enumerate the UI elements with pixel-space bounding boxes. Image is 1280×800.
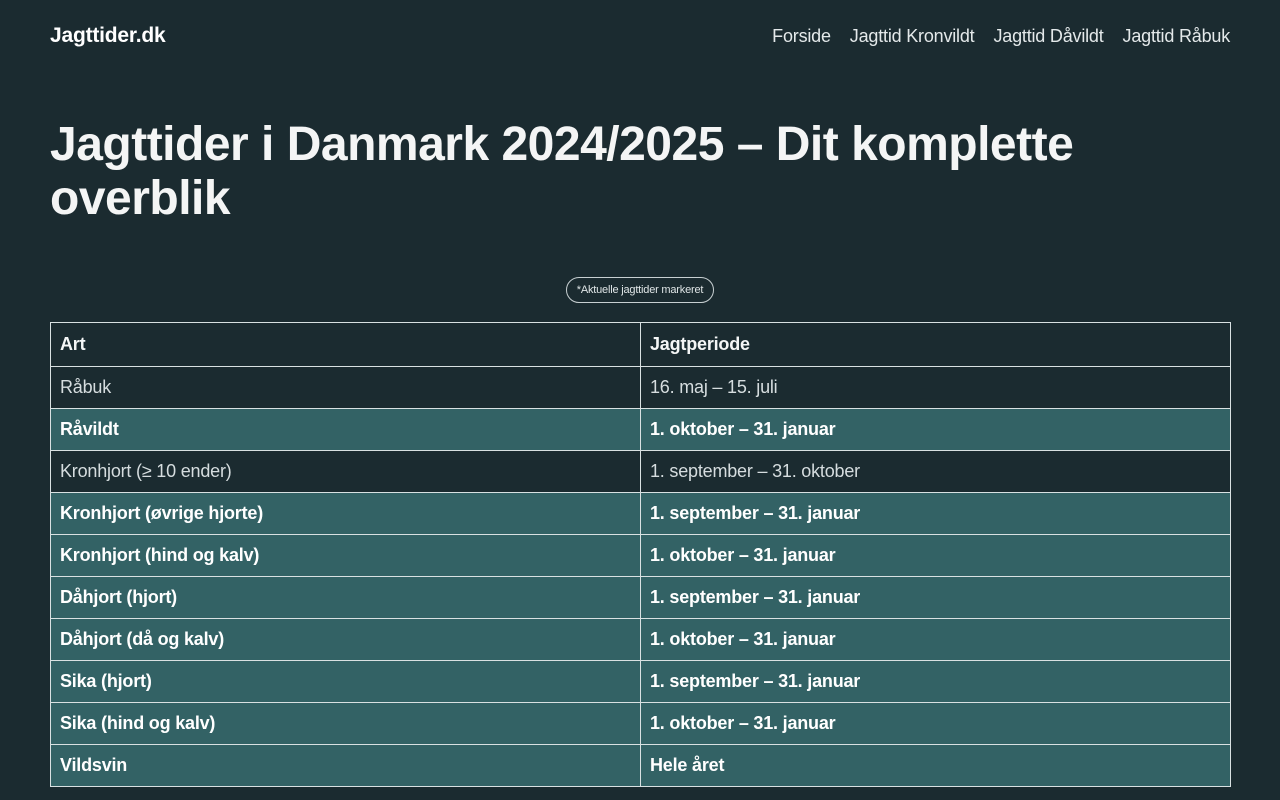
table-row: Kronhjort (≥ 10 ender) 1. september – 31.… (50, 450, 1231, 493)
current-seasons-note-badge: *Aktuelle jagttider markeret (565, 277, 715, 303)
table-row: Råvildt 1. oktober – 31. januar (50, 408, 1231, 451)
table-row: Sika (hind og kalv) 1. oktober – 31. janu… (50, 702, 1231, 745)
cell-jagtperiode: 1. oktober – 31. januar (640, 408, 1231, 451)
cell-art: Råbuk (50, 366, 641, 409)
table-row: Vildsvin Hele året (50, 744, 1231, 787)
note-wrap: *Aktuelle jagttider markeret (0, 277, 1280, 303)
cell-jagtperiode: 1. oktober – 31. januar (640, 534, 1231, 577)
table-row: Kronhjort (øvrige hjorte) 1. september – … (50, 492, 1231, 535)
table-header-row: Art Jagtperiode (50, 322, 1231, 367)
cell-art: Vildsvin (50, 744, 641, 787)
table-body: Råbuk 16. maj – 15. juli Råvildt 1. oktober… (50, 366, 1231, 787)
table-row: Sika (hjort) 1. september – 31. januar (50, 660, 1231, 703)
cell-jagtperiode: Hele året (640, 744, 1231, 787)
cell-art: Kronhjort (≥ 10 ender) (50, 450, 641, 493)
cell-art: Dåhjort (hjort) (50, 576, 641, 619)
cell-art: Kronhjort (hind og kalv) (50, 534, 641, 577)
site-logo-link[interactable]: Jagttider.dk (50, 24, 166, 48)
cell-jagtperiode: 1. september – 31. oktober (640, 450, 1231, 493)
cell-jagtperiode: 1. september – 31. januar (640, 660, 1231, 703)
cell-jagtperiode: 16. maj – 15. juli (640, 366, 1231, 409)
cell-jagtperiode: 1. oktober – 31. januar (640, 618, 1231, 661)
table-row: Dåhjort (hjort) 1. september – 31. januar (50, 576, 1231, 619)
cell-jagtperiode: 1. september – 31. januar (640, 576, 1231, 619)
nav-link-daavildt[interactable]: Jagttid Dåvildt (993, 26, 1103, 47)
column-header-jagtperiode: Jagtperiode (640, 322, 1231, 367)
column-header-art: Art (50, 322, 641, 367)
cell-jagtperiode: 1. september – 31. januar (640, 492, 1231, 535)
cell-art: Sika (hjort) (50, 660, 641, 703)
cell-art: Kronhjort (øvrige hjorte) (50, 492, 641, 535)
cell-art: Dåhjort (då og kalv) (50, 618, 641, 661)
nav-link-kronvildt[interactable]: Jagttid Kronvildt (850, 26, 975, 47)
nav-link-raabuk[interactable]: Jagttid Råbuk (1123, 26, 1231, 47)
main-nav: Forside Jagttid Kronvildt Jagttid Dåvild… (772, 26, 1230, 47)
table-row: Råbuk 16. maj – 15. juli (50, 366, 1231, 409)
page: Jagttider.dk Forside Jagttid Kronvildt J… (0, 0, 1280, 800)
table-row: Kronhjort (hind og kalv) 1. oktober – 31.… (50, 534, 1231, 577)
cell-art: Sika (hind og kalv) (50, 702, 641, 745)
cell-art: Råvildt (50, 408, 641, 451)
cell-jagtperiode: 1. oktober – 31. januar (640, 702, 1231, 745)
hunting-seasons-table: Art Jagtperiode Råbuk 16. maj – 15. juli R… (50, 322, 1231, 787)
table-row: Dåhjort (då og kalv) 1. oktober – 31. jan… (50, 618, 1231, 661)
page-title: Jagttider i Danmark 2024/2025 – Dit komp… (50, 118, 1074, 225)
site-header: Jagttider.dk Forside Jagttid Kronvildt J… (50, 0, 1230, 72)
nav-link-forside[interactable]: Forside (772, 26, 831, 47)
